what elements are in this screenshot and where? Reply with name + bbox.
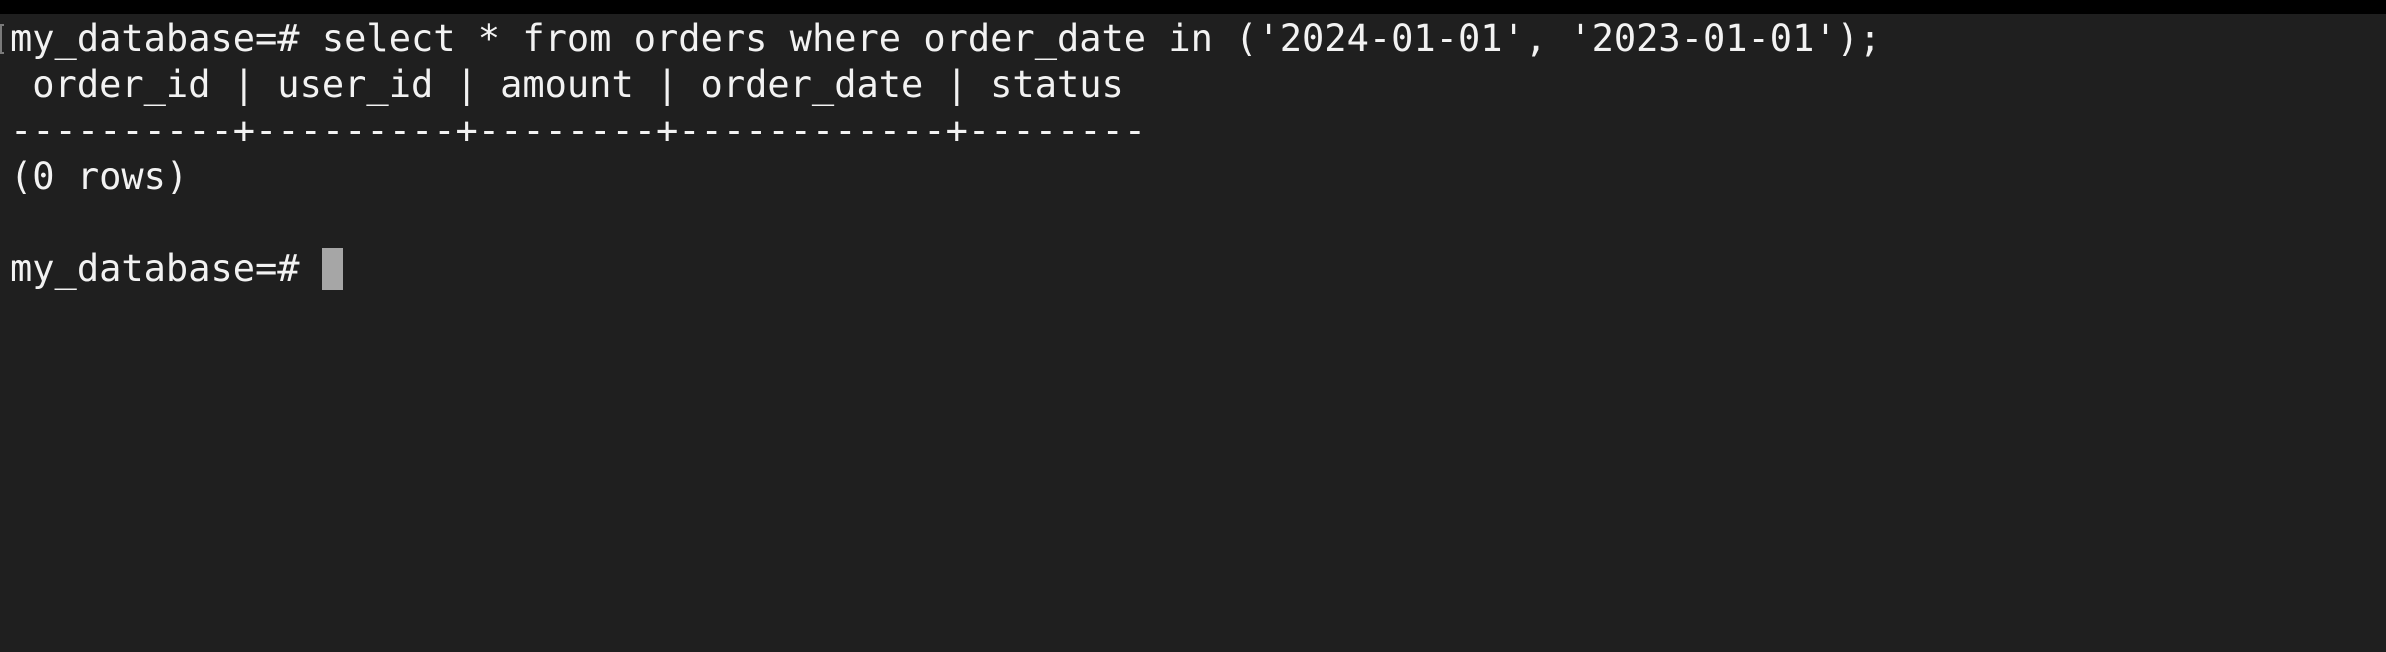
line-marker-icon bbox=[0, 24, 4, 54]
command-prompt: my_database=# bbox=[10, 17, 300, 60]
terminal-window[interactable]: my_database=# select * from orders where… bbox=[0, 14, 2386, 652]
prompt-spacer bbox=[300, 17, 322, 60]
result-summary: (0 rows) bbox=[10, 155, 189, 198]
current-input-line[interactable]: my_database=# bbox=[10, 246, 343, 292]
command-line: my_database=# select * from orders where… bbox=[10, 16, 1881, 62]
result-header-row: order_id | user_id | amount | order_date… bbox=[10, 63, 1124, 106]
prompt-spacer bbox=[300, 247, 322, 290]
result-separator-row: ----------+---------+--------+----------… bbox=[10, 109, 1147, 152]
window-top-strip bbox=[0, 0, 2386, 14]
text-cursor bbox=[321, 248, 343, 290]
current-prompt: my_database=# bbox=[10, 247, 300, 290]
command-text: select * from orders where order_date in… bbox=[321, 17, 1882, 60]
